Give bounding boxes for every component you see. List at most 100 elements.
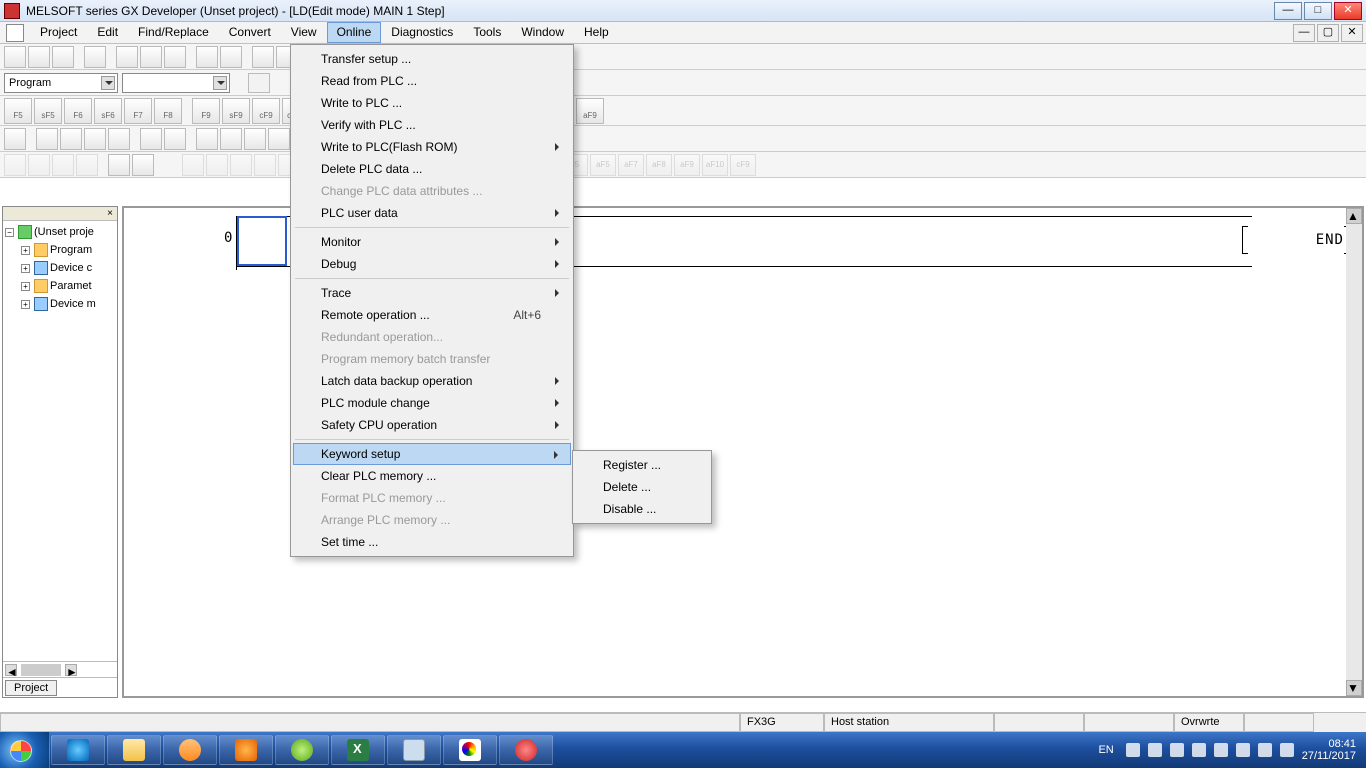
menu-item-plc-module-change[interactable]: PLC module change <box>293 392 571 414</box>
menu-item-debug[interactable]: Debug <box>293 253 571 275</box>
tray-update-icon[interactable] <box>1170 743 1184 757</box>
project-tab[interactable]: Project <box>5 680 57 696</box>
submenu-item-delete[interactable]: Delete ... <box>575 476 709 498</box>
taskbar-gx[interactable] <box>387 735 441 765</box>
tree-item[interactable]: +Paramet <box>5 277 115 295</box>
save-button[interactable] <box>52 46 74 68</box>
mon-btn-5[interactable] <box>108 154 130 176</box>
close-button[interactable]: ✕ <box>1334 2 1362 20</box>
menu-item-write-to-plc[interactable]: Write to PLC ... <box>293 92 571 114</box>
ladder-nc-inv-btn[interactable]: sF6 <box>94 98 122 124</box>
tree-expand-icon[interactable]: + <box>21 264 30 273</box>
tray-clock[interactable]: 08:41 27/11/2017 <box>1302 738 1360 762</box>
new-button[interactable] <box>4 46 26 68</box>
sfc-btn-1[interactable] <box>182 154 204 176</box>
tree-expand-icon[interactable]: + <box>21 300 30 309</box>
combo-aux-button[interactable] <box>248 73 270 93</box>
sfc-af5[interactable]: aF5 <box>590 154 616 176</box>
copy-button[interactable] <box>140 46 162 68</box>
tree-expand-icon[interactable]: + <box>21 246 30 255</box>
mode-combo[interactable]: Program <box>4 73 118 93</box>
ladder-af9-btn[interactable]: aF9 <box>576 98 604 124</box>
ladder-coil-btn[interactable]: F7 <box>124 98 152 124</box>
edit-btn-3[interactable] <box>60 128 82 150</box>
taskbar-firefox[interactable] <box>219 735 273 765</box>
taskbar-excel[interactable] <box>331 735 385 765</box>
print-button[interactable] <box>84 46 106 68</box>
system-tray[interactable]: EN 08:41 27/11/2017 <box>1094 738 1360 762</box>
open-button[interactable] <box>28 46 50 68</box>
sfc-btn-4[interactable] <box>254 154 276 176</box>
edit-btn-9[interactable] <box>220 128 242 150</box>
taskbar-ie[interactable] <box>51 735 105 765</box>
editor-vscroll[interactable]: ▲▼ <box>1346 208 1362 696</box>
undo-button[interactable] <box>196 46 218 68</box>
paste-button[interactable] <box>164 46 186 68</box>
menu-item-transfer-setup[interactable]: Transfer setup ... <box>293 48 571 70</box>
ladder-no-btn[interactable]: F5 <box>4 98 32 124</box>
mon-btn-2[interactable] <box>28 154 50 176</box>
tree-expand-icon[interactable]: + <box>21 282 30 291</box>
menu-view[interactable]: View <box>281 22 327 43</box>
menu-online[interactable]: Online <box>327 22 382 43</box>
ladder-del-hline-btn[interactable]: cF9 <box>252 98 280 124</box>
sfc-af10[interactable]: aF10 <box>702 154 728 176</box>
start-button[interactable] <box>0 732 50 768</box>
tray-signal-icon[interactable] <box>1236 743 1250 757</box>
sfc-cf9[interactable]: cF9 <box>730 154 756 176</box>
minimize-button[interactable]: — <box>1274 2 1302 20</box>
menu-item-remote-operation[interactable]: Remote operation ...Alt+6 <box>293 304 571 326</box>
edit-btn-6[interactable] <box>140 128 162 150</box>
ladder-hline-btn[interactable]: F9 <box>192 98 220 124</box>
tree-item[interactable]: +Device m <box>5 295 115 313</box>
menu-item-set-time[interactable]: Set time ... <box>293 531 571 553</box>
submenu-item-register[interactable]: Register ... <box>575 454 709 476</box>
tray-volume-icon[interactable] <box>1214 743 1228 757</box>
taskbar-red-app[interactable] <box>499 735 553 765</box>
menu-item-read-from-plc[interactable]: Read from PLC ... <box>293 70 571 92</box>
menu-item-delete-plc-data[interactable]: Delete PLC data ... <box>293 158 571 180</box>
menu-item-monitor[interactable]: Monitor <box>293 231 571 253</box>
tree-item[interactable]: +Device c <box>5 259 115 277</box>
ladder-vline-btn[interactable]: sF9 <box>222 98 250 124</box>
menu-item-plc-user-data[interactable]: PLC user data <box>293 202 571 224</box>
taskbar-explorer[interactable] <box>107 735 161 765</box>
find-button[interactable] <box>252 46 274 68</box>
ladder-no-inv-btn[interactable]: sF5 <box>34 98 62 124</box>
tray-help-icon[interactable] <box>1126 743 1140 757</box>
tray-av-icon[interactable] <box>1280 743 1294 757</box>
menu-item-latch-data-backup-operation[interactable]: Latch data backup operation <box>293 370 571 392</box>
sfc-af9[interactable]: aF9 <box>674 154 700 176</box>
cut-button[interactable] <box>116 46 138 68</box>
menu-findreplace[interactable]: Find/Replace <box>128 22 219 43</box>
sfc-af7[interactable]: aF7 <box>618 154 644 176</box>
menu-item-keyword-setup[interactable]: Keyword setup <box>293 443 571 465</box>
tray-flag-icon[interactable] <box>1148 743 1162 757</box>
tree-collapse-icon[interactable]: − <box>5 228 14 237</box>
ladder-appl-btn[interactable]: F8 <box>154 98 182 124</box>
submenu-item-disable[interactable]: Disable ... <box>575 498 709 520</box>
menu-item-safety-cpu-operation[interactable]: Safety CPU operation <box>293 414 571 436</box>
project-tree[interactable]: − (Unset proje +Program+Device c+Paramet… <box>3 221 117 661</box>
edit-btn-11[interactable] <box>268 128 290 150</box>
edit-btn-5[interactable] <box>108 128 130 150</box>
tree-item[interactable]: +Program <box>5 241 115 259</box>
mon-btn-6[interactable] <box>132 154 154 176</box>
taskbar-media[interactable] <box>163 735 217 765</box>
menu-item-verify-with-plc[interactable]: Verify with PLC ... <box>293 114 571 136</box>
menu-window[interactable]: Window <box>511 22 574 43</box>
sfc-btn-2[interactable] <box>206 154 228 176</box>
sfc-af8[interactable]: aF8 <box>646 154 672 176</box>
mon-btn-3[interactable] <box>52 154 74 176</box>
menu-item-trace[interactable]: Trace <box>293 282 571 304</box>
taskbar-green-app[interactable] <box>275 735 329 765</box>
panel-hscroll[interactable]: ◄ ► <box>3 661 117 677</box>
menu-edit[interactable]: Edit <box>87 22 128 43</box>
edit-btn-7[interactable] <box>164 128 186 150</box>
menu-item-clear-plc-memory[interactable]: Clear PLC memory ... <box>293 465 571 487</box>
taskbar-paint[interactable] <box>443 735 497 765</box>
menu-diagnostics[interactable]: Diagnostics <box>381 22 463 43</box>
edit-btn-2[interactable] <box>36 128 58 150</box>
tray-battery-icon[interactable] <box>1258 743 1272 757</box>
mon-btn-1[interactable] <box>4 154 26 176</box>
